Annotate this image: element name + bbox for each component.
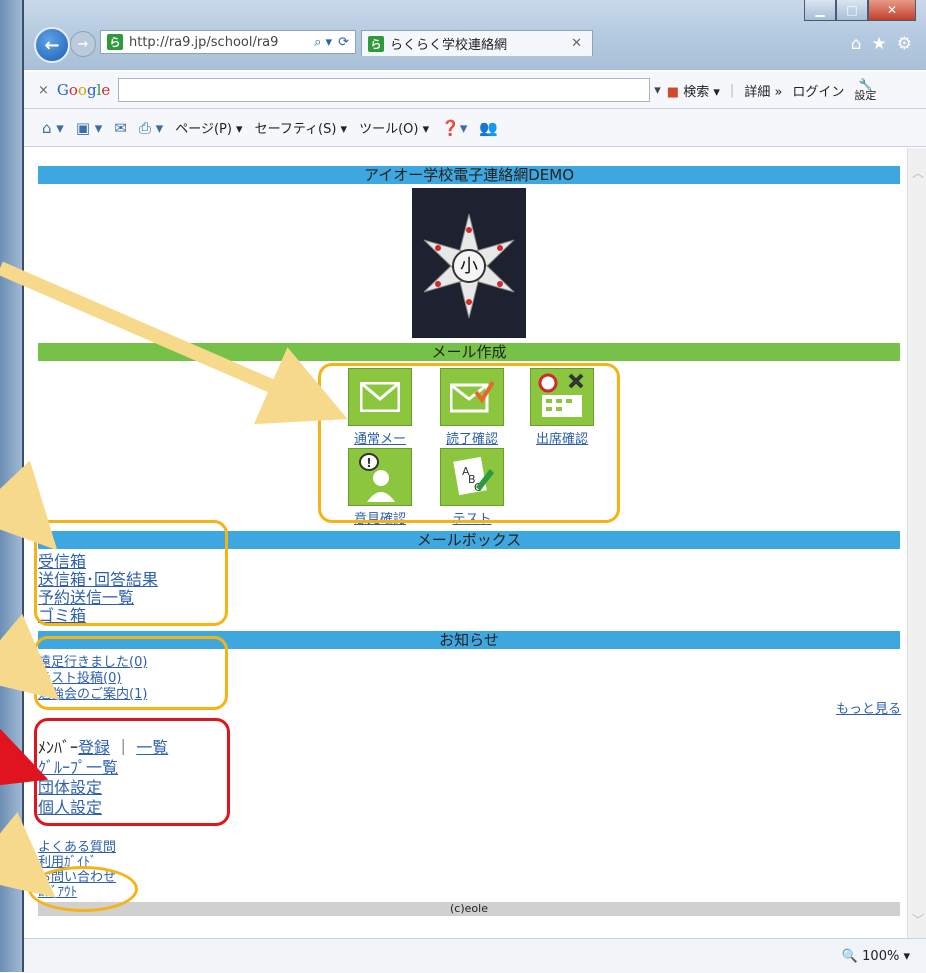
- highlight-mailbox-links: [34, 520, 228, 626]
- print-icon[interactable]: ⎙ ▾: [139, 119, 163, 137]
- mail-create-bar: メール作成: [38, 343, 900, 361]
- refresh-icon[interactable]: ⟳: [338, 35, 349, 50]
- feeds-icon[interactable]: ▣ ▾: [76, 119, 102, 137]
- back-button[interactable]: ←: [34, 27, 70, 63]
- settings-gear-icon[interactable]: ⚙: [897, 34, 912, 54]
- svg-text:小: 小: [460, 256, 478, 277]
- copyright-bar: (c)eole: [38, 902, 900, 916]
- highlight-mail-icons: [318, 363, 620, 523]
- tab-title: らくらく学校連絡網: [390, 38, 508, 53]
- google-search-input[interactable]: [118, 78, 651, 102]
- address-url: http://ra9.jp/school/ra9: [129, 34, 279, 50]
- google-toolbar: × Google ▾ ■ 検索 ▾ | 詳細 » ログイン 🔧 設定: [24, 72, 926, 109]
- scroll-up-icon[interactable]: ︿: [912, 164, 924, 181]
- favorites-star-icon[interactable]: ★: [872, 34, 887, 54]
- tab-close-icon[interactable]: ✕: [571, 36, 582, 51]
- google-settings-button[interactable]: 🔧 設定: [854, 79, 876, 101]
- page-menu[interactable]: ページ(P) ▾: [175, 118, 242, 137]
- google-toolbar-right: ■ 検索 ▾ | 詳細 » ログイン 🔧 設定: [666, 78, 877, 102]
- tab-active[interactable]: ら らくらく学校連絡網 ✕: [361, 30, 593, 56]
- google-more-button[interactable]: 詳細 »: [744, 81, 782, 100]
- mail-command-icon[interactable]: ✉: [114, 119, 127, 137]
- home-command-icon[interactable]: ⌂ ▾: [42, 119, 64, 137]
- arrow-right-icon: →: [77, 36, 89, 52]
- forward-button[interactable]: →: [70, 31, 96, 57]
- site-favicon-icon: ら: [107, 34, 123, 50]
- browser-titlebar: ▁ □ ✕ ← → ら http://ra9.jp/school/ra9 ⌕ ▾…: [24, 0, 926, 70]
- arrow-left-icon: ←: [44, 34, 60, 56]
- search-dropdown-icon[interactable]: ⌕ ▾: [314, 35, 332, 50]
- scroll-down-icon[interactable]: ﹀: [912, 911, 924, 928]
- address-bar[interactable]: ら http://ra9.jp/school/ra9 ⌕ ▾ ⟳: [100, 30, 356, 54]
- vertical-scrollbar[interactable]: ︿ ﹀: [907, 148, 926, 938]
- highlight-notice-links: [34, 636, 228, 710]
- minimize-button[interactable]: ▁: [804, 0, 836, 21]
- zoom-icon: 🔍: [841, 949, 859, 964]
- zoom-control[interactable]: 🔍 100% ▾: [842, 949, 910, 964]
- safety-menu[interactable]: セーフティ(S) ▾: [255, 118, 348, 137]
- google-search-icon: ■: [666, 84, 680, 100]
- more-link[interactable]: もっと見る: [836, 698, 901, 717]
- site-title-bar: アイオー学校電子連絡網DEMO: [38, 166, 900, 184]
- google-search-button[interactable]: ■ 検索 ▾: [667, 81, 720, 100]
- highlight-member-admin-links: [34, 718, 230, 826]
- maximize-button[interactable]: □: [836, 0, 868, 21]
- address-buttons: ⌕ ▾ ⟳: [314, 35, 355, 50]
- google-login-button[interactable]: ログイン: [792, 81, 844, 100]
- google-search-dropdown-icon[interactable]: ▾: [654, 83, 661, 98]
- tab-favicon-icon: ら: [368, 35, 384, 52]
- school-emblem-image: 小: [412, 188, 526, 338]
- home-icon[interactable]: ⌂: [851, 34, 862, 54]
- browser-right-icons: ⌂ ★ ⚙: [851, 34, 912, 54]
- google-toolbar-close[interactable]: ×: [38, 83, 49, 98]
- highlight-logout-link: [28, 866, 138, 912]
- close-button[interactable]: ✕: [868, 0, 916, 21]
- help-icon[interactable]: ❓▾: [441, 119, 467, 137]
- status-bar: 🔍 100% ▾: [24, 938, 926, 973]
- messenger-icon[interactable]: 👥: [479, 119, 498, 137]
- tools-menu[interactable]: ツール(O) ▾: [359, 118, 429, 137]
- command-bar: ⌂ ▾ ▣ ▾ ✉ ⎙ ▾ ページ(P) ▾ セーフティ(S) ▾ ツール(O)…: [24, 109, 926, 147]
- google-logo: Google: [56, 81, 111, 99]
- window-controls: ▁ □ ✕: [804, 0, 916, 21]
